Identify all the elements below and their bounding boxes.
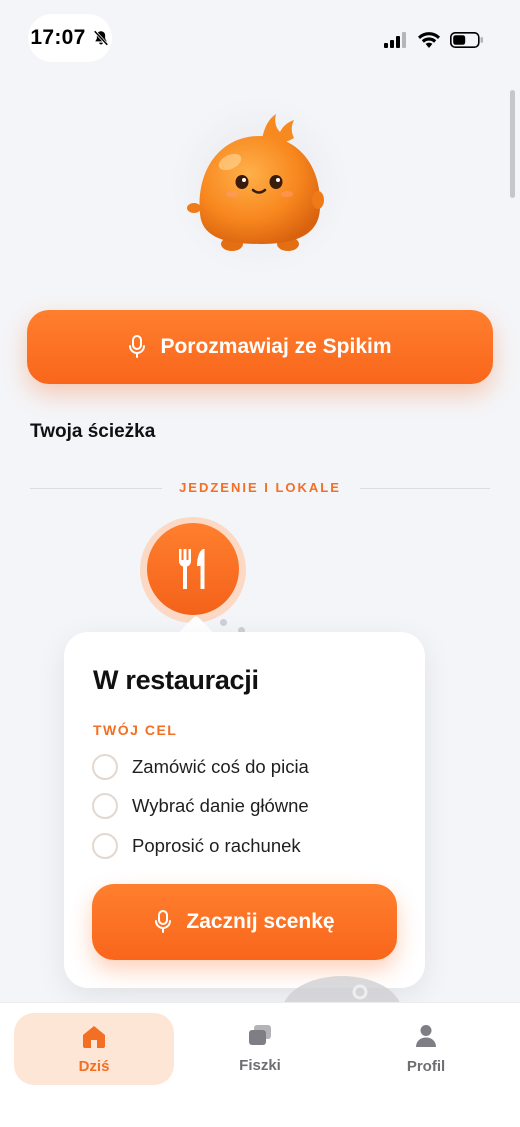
tab-bar: Dziś Fiszki Profil bbox=[0, 1002, 520, 1127]
bell-slash-icon bbox=[93, 30, 108, 46]
goal-checkbox[interactable] bbox=[92, 833, 118, 859]
goal-text: Zamówić coś do picia bbox=[132, 756, 309, 777]
tab-flashcards[interactable]: Fiszki bbox=[180, 1013, 340, 1085]
goal-checkbox[interactable] bbox=[92, 793, 118, 819]
mascot[interactable] bbox=[170, 96, 350, 276]
start-scene-button[interactable]: Zacznij scenkę bbox=[92, 884, 397, 960]
goal-label: TWÓJ CEL bbox=[93, 722, 178, 738]
goal-item[interactable]: Poprosić o rachunek bbox=[92, 833, 301, 859]
divider-line-right bbox=[360, 488, 490, 489]
wifi-icon bbox=[418, 32, 440, 48]
status-icons bbox=[384, 32, 484, 48]
talk-to-spiki-label: Porozmawiaj ze Spikim bbox=[160, 335, 392, 358]
scrollbar[interactable] bbox=[510, 90, 515, 198]
goal-text: Poprosić o rachunek bbox=[132, 835, 301, 856]
status-time: 17:07 bbox=[30, 26, 86, 49]
tab-label: Fiszki bbox=[239, 1056, 281, 1074]
lesson-card: W restauracji TWÓJ CEL Zamówić coś do pi… bbox=[64, 632, 425, 988]
fork-knife-icon bbox=[179, 549, 205, 589]
tab-label: Profil bbox=[406, 1057, 446, 1075]
flashcards-icon bbox=[249, 1024, 271, 1045]
home-icon bbox=[83, 1025, 105, 1048]
spiki-mascot-icon bbox=[187, 114, 324, 251]
microphone-icon bbox=[129, 335, 146, 358]
tab-today[interactable]: Dziś bbox=[14, 1013, 174, 1085]
time-pill: 17:07 bbox=[28, 14, 112, 62]
profile-icon bbox=[416, 1024, 436, 1047]
goal-item[interactable]: Zamówić coś do picia bbox=[92, 754, 309, 780]
tab-label: Dziś bbox=[78, 1057, 110, 1075]
microphone-icon bbox=[155, 910, 172, 933]
tab-profile[interactable]: Profil bbox=[346, 1013, 506, 1085]
path-dot bbox=[220, 619, 227, 626]
goal-item[interactable]: Wybrać danie główne bbox=[92, 793, 309, 819]
section-divider: JEDZENIE I LOKALE bbox=[30, 478, 490, 498]
start-scene-label: Zacznij scenkę bbox=[186, 910, 335, 933]
battery-icon bbox=[450, 32, 483, 48]
goal-checkbox[interactable] bbox=[92, 754, 118, 780]
lesson-title: W restauracji bbox=[93, 665, 259, 695]
lesson-node[interactable] bbox=[147, 523, 239, 615]
status-bar: 17:07 bbox=[0, 0, 520, 80]
signal-icon bbox=[384, 32, 406, 48]
goal-text: Wybrać danie główne bbox=[132, 795, 309, 816]
talk-to-spiki-button[interactable]: Porozmawiaj ze Spikim bbox=[27, 310, 493, 384]
path-title: Twoja ścieżka bbox=[30, 421, 156, 442]
